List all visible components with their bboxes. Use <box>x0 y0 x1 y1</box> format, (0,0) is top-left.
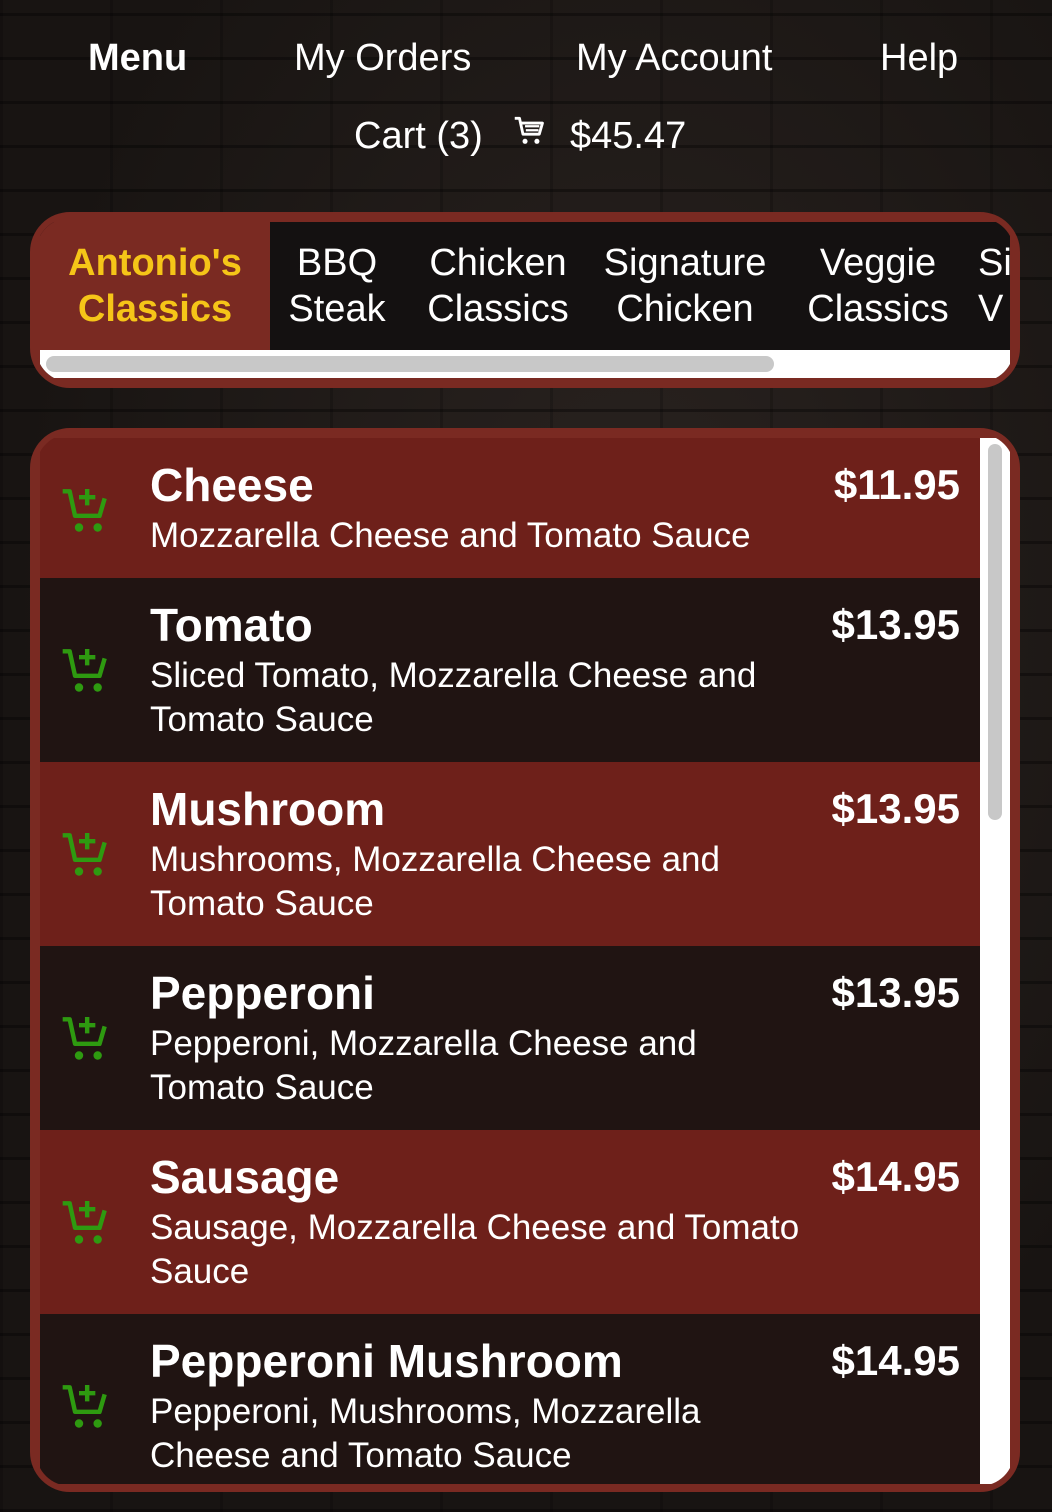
menu-item[interactable]: Pepperoni $13.95 Pepperoni, Mozzarella C… <box>40 946 980 1130</box>
item-price: $14.95 <box>831 1153 960 1200</box>
tab-chicken-classics[interactable]: Chicken Classics <box>414 222 582 350</box>
menu-item[interactable]: Pepperoni Mushroom $14.95 Pepperoni, Mus… <box>40 1314 980 1484</box>
add-to-cart-icon[interactable] <box>58 1378 114 1434</box>
menu-scrollbar-thumb[interactable] <box>988 444 1002 820</box>
add-to-cart-icon[interactable] <box>58 642 114 698</box>
tab-label-line1: BBQ <box>296 242 378 284</box>
item-price: $14.95 <box>831 1337 960 1384</box>
tab-veggie-classics[interactable]: Veggie Classics <box>796 222 960 350</box>
tab-label-line1: Si <box>978 242 1010 284</box>
add-to-cart-icon[interactable] <box>58 1194 114 1250</box>
top-nav: Menu My Orders My Account Help <box>0 30 1052 86</box>
menu-item[interactable]: Cheese $11.95 Mozzarella Cheese and Toma… <box>40 438 980 578</box>
tab-antonios-classics[interactable]: Antonio's Classics <box>40 222 270 350</box>
nav-my-orders-link[interactable]: My Orders <box>294 30 471 86</box>
tab-label-line2: V <box>978 288 1004 330</box>
tab-partial[interactable]: Si V <box>978 222 1010 350</box>
category-tabs: Antonio's Classics BBQ Steak Chicken Cla… <box>40 222 1010 378</box>
nav-menu-link[interactable]: Menu <box>88 30 187 86</box>
item-price: $11.95 <box>833 461 960 508</box>
item-name: Cheese <box>150 459 314 511</box>
item-name: Pepperoni <box>150 967 375 1019</box>
cart-total: $45.47 <box>570 115 687 157</box>
tab-label-line2: Classics <box>427 288 569 330</box>
nav-help-link[interactable]: Help <box>880 30 958 86</box>
nav-my-account-link[interactable]: My Account <box>576 30 772 86</box>
category-tabs-panel: Antonio's Classics BBQ Steak Chicken Cla… <box>30 212 1020 388</box>
item-description: Pepperoni, Mushrooms, Mozzarella Cheese … <box>150 1392 701 1475</box>
menu-panel: Cheese $11.95 Mozzarella Cheese and Toma… <box>30 428 1020 1492</box>
menu-item[interactable]: Sausage $14.95 Sausage, Mozzarella Chees… <box>40 1130 980 1314</box>
cart-link[interactable]: Cart (3) <box>354 108 483 164</box>
item-name: Mushroom <box>150 783 386 835</box>
add-to-cart-icon[interactable] <box>58 1010 114 1066</box>
menu-list: Cheese $11.95 Mozzarella Cheese and Toma… <box>40 438 980 1484</box>
tabs-scrollbar-thumb[interactable] <box>46 356 774 372</box>
item-name: Sausage <box>150 1151 340 1203</box>
tab-label-line1: Signature <box>603 242 767 284</box>
tab-label-line1: Veggie <box>819 242 937 284</box>
tab-label-line2: Chicken <box>616 288 754 330</box>
item-name: Tomato <box>150 599 313 651</box>
tab-label-line2: Classics <box>807 288 949 330</box>
item-price: $13.95 <box>831 601 960 648</box>
tab-label-line2: Steak <box>288 288 386 330</box>
cart-summary: Cart (3) $45.47 <box>0 108 1052 164</box>
tab-label-line1: Antonio's <box>68 242 242 284</box>
add-to-cart-icon[interactable] <box>58 826 114 882</box>
item-description: Sausage, Mozzarella Cheese and Tomato Sa… <box>150 1208 800 1291</box>
menu-vertical-scrollbar[interactable] <box>980 438 1010 1484</box>
add-to-cart-icon[interactable] <box>58 482 114 538</box>
item-description: Mozzarella Cheese and Tomato Sauce <box>150 516 751 555</box>
menu-item[interactable]: Tomato $13.95 Sliced Tomato, Mozzarella … <box>40 578 980 762</box>
menu-item[interactable]: Mushroom $13.95 Mushrooms, Mozzarella Ch… <box>40 762 980 946</box>
tab-label-line1: Chicken <box>429 242 567 284</box>
item-description: Pepperoni, Mozzarella Cheese and Tomato … <box>150 1024 697 1107</box>
item-description: Sliced Tomato, Mozzarella Cheese and Tom… <box>150 656 757 739</box>
shopping-cart-icon[interactable] <box>510 112 548 150</box>
item-name: Pepperoni Mushroom <box>150 1335 623 1387</box>
tab-label-line2: Classics <box>77 288 233 330</box>
tab-bbq-steak[interactable]: BBQ Steak <box>276 222 398 350</box>
item-description: Mushrooms, Mozzarella Cheese and Tomato … <box>150 840 720 923</box>
item-price: $13.95 <box>831 969 960 1016</box>
item-price: $13.95 <box>831 785 960 832</box>
tabs-horizontal-scrollbar[interactable] <box>40 350 1010 378</box>
tab-signature-chicken[interactable]: Signature Chicken <box>594 222 776 350</box>
